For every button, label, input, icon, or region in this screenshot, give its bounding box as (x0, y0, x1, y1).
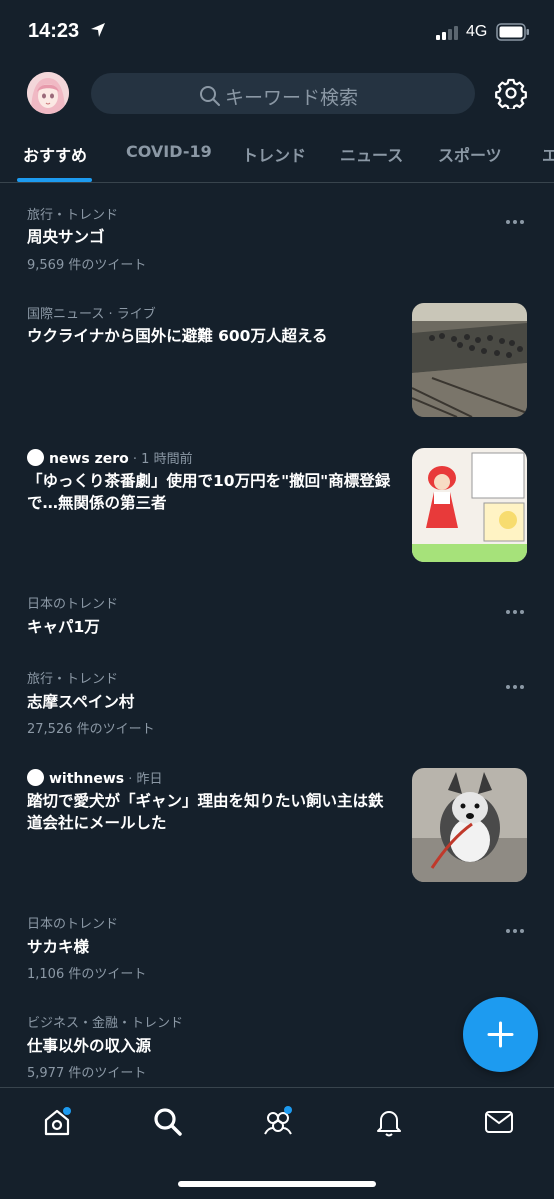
source-name: news zero (49, 451, 129, 467)
status-time: 14:23 (28, 20, 80, 42)
trend-title: 志摩スペイン村 (27, 693, 135, 711)
notifications-bell-icon[interactable] (373, 1106, 405, 1142)
search-placeholder: キーワード検索 (225, 87, 359, 109)
news-time: · 昨日 (124, 772, 163, 787)
tab-recommended[interactable]: おすすめ (23, 142, 87, 166)
news-title: 「ゆっくり茶番劇」使用で10万円を"撤回"商標登録で…無関係の第三者 (27, 472, 391, 512)
compose-tweet-button[interactable] (463, 997, 538, 1072)
news-time: · 1 時間前 (128, 452, 193, 467)
home-indicator[interactable] (178, 1181, 376, 1187)
more-options-icon[interactable] (505, 675, 525, 694)
trend-title: 周央サンゴ (27, 228, 105, 246)
messages-envelope-icon[interactable] (483, 1106, 515, 1142)
trend-item[interactable]: 旅行・トレンド 志摩スペイン村 27,526 件のツイート (0, 665, 554, 745)
news-meta: 国際ニュース · ライブ (27, 303, 156, 322)
news-item[interactable]: 国際ニュース · ライブ ウクライナから国外に避難 600万人超える (0, 300, 554, 420)
news-source: withnews · 昨日 (27, 768, 163, 787)
plus-icon (487, 1021, 514, 1048)
news-title: ウクライナから国外に避難 600万人超える (27, 327, 328, 345)
news-item[interactable]: news zero · 1 時間前 「ゆっくり茶番劇」使用で10万円を"撤回"商… (0, 445, 554, 565)
trend-category: 日本のトレンド (27, 597, 119, 612)
trend-title: キャパ1万 (27, 618, 100, 636)
tweet-count: 5,977 件のツイート (27, 1066, 147, 1081)
trend-category: 日本のトレンド (27, 917, 119, 932)
tab-entertainment[interactable]: エ (542, 142, 554, 166)
trend-category: 旅行・トレンド (27, 208, 119, 223)
tab-trends[interactable]: トレンド (242, 142, 306, 166)
trend-category: 旅行・トレンド (27, 672, 119, 687)
news-thumbnail (412, 448, 527, 562)
explore-tabs: おすすめ COVID-19 トレンド ニュース スポーツ エ (0, 128, 554, 183)
top-bar: キーワード検索 (0, 68, 554, 120)
cellular-signal-icon (436, 25, 462, 44)
trend-category: ビジネス・金融・トレンド (27, 1016, 184, 1031)
news-zero-logo-icon (27, 449, 44, 466)
tweet-count: 27,526 件のツイート (27, 722, 155, 737)
battery-icon (496, 23, 530, 45)
more-options-icon[interactable] (505, 600, 525, 619)
tab-covid19[interactable]: COVID-19 (126, 142, 212, 161)
source-name: withnews (49, 771, 125, 787)
search-icon (199, 85, 221, 111)
trend-item[interactable]: 日本のトレンド キャパ1万 (0, 590, 554, 650)
status-bar: 14:23 4G (0, 0, 554, 64)
trend-title: 仕事以外の収入源 (27, 1037, 152, 1055)
home-icon[interactable] (41, 1106, 73, 1142)
news-source: news zero · 1 時間前 (27, 448, 193, 467)
tab-sports[interactable]: スポーツ (438, 142, 502, 166)
search-explore-icon[interactable] (152, 1106, 184, 1142)
trend-item[interactable]: 日本のトレンド サカキ様 1,106 件のツイート (0, 910, 554, 990)
withnews-logo-icon (27, 769, 44, 786)
settings-gear-icon[interactable] (495, 77, 527, 113)
network-type: 4G (466, 23, 488, 40)
tweet-count: 1,106 件のツイート (27, 967, 147, 982)
news-category: 国際ニュース (27, 307, 105, 322)
news-status: · ライブ (104, 307, 156, 322)
search-input[interactable]: キーワード検索 (91, 73, 475, 114)
communities-icon[interactable] (262, 1106, 294, 1142)
tab-news[interactable]: ニュース (340, 142, 403, 166)
location-arrow-icon (90, 22, 106, 42)
news-title: 踏切で愛犬が「ギャン」理由を知りたい飼い主は鉄道会社にメールした (27, 792, 384, 832)
avatar[interactable] (27, 72, 69, 114)
news-thumbnail (412, 768, 527, 882)
news-item[interactable]: withnews · 昨日 踏切で愛犬が「ギャン」理由を知りたい飼い主は鉄道会社… (0, 765, 554, 885)
trend-item[interactable]: 旅行・トレンド 周央サンゴ 9,569 件のツイート (0, 200, 554, 280)
active-tab-indicator (17, 178, 92, 182)
tweet-count: 9,569 件のツイート (27, 258, 147, 273)
more-options-icon[interactable] (505, 919, 525, 938)
news-thumbnail (412, 303, 527, 417)
more-options-icon[interactable] (505, 210, 525, 229)
trend-title: サカキ様 (27, 938, 90, 956)
